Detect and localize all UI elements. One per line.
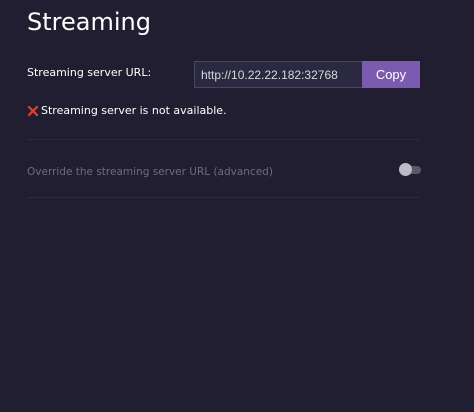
override-url-toggle[interactable] xyxy=(399,163,421,177)
server-status: Streaming server is not available. xyxy=(27,103,227,119)
divider xyxy=(27,197,420,198)
streaming-server-url-input[interactable] xyxy=(194,61,362,88)
override-url-label: Override the streaming server URL (advan… xyxy=(27,166,273,178)
close-icon xyxy=(27,105,39,117)
toggle-knob xyxy=(399,163,412,176)
server-status-text: Streaming server is not available. xyxy=(41,104,227,117)
copy-button[interactable]: Copy xyxy=(362,61,420,88)
page-title: Streaming xyxy=(27,8,151,36)
streaming-server-url-label: Streaming server URL: xyxy=(27,66,152,79)
divider xyxy=(27,139,420,140)
